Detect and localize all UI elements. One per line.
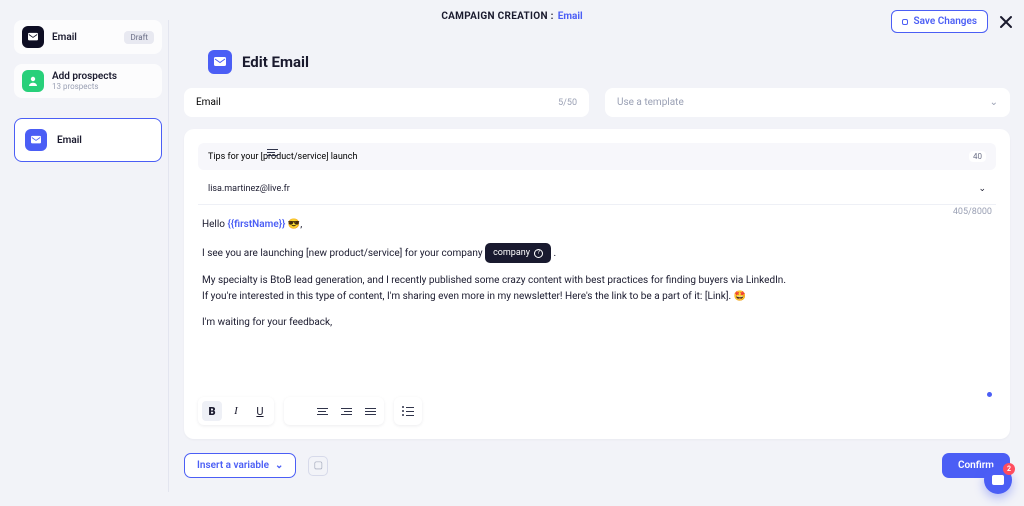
insert-variable-button[interactable]: Insert a variable ⌄: [184, 453, 296, 478]
insert-variable-label: Insert a variable: [197, 460, 269, 471]
save-icon: [902, 19, 908, 25]
help-icon: ?: [534, 249, 543, 258]
align-left-button[interactable]: [288, 401, 308, 421]
toolbar: B I U: [198, 391, 996, 425]
sidebar: Email Draft Add prospects 13 prospects E…: [14, 20, 162, 492]
step-name-counter: 5/50: [558, 98, 577, 108]
save-label: Save Changes: [913, 16, 977, 27]
prospects-title: Add prospects: [52, 71, 117, 82]
sidebar-step-email[interactable]: Email: [14, 118, 162, 162]
chat-button[interactable]: 2: [984, 466, 1012, 494]
campaign-name: Email: [52, 32, 77, 43]
template-select[interactable]: Use a template ⌄: [605, 88, 1010, 117]
save-template-button[interactable]: ▢: [308, 456, 328, 476]
step-icon: [25, 129, 47, 151]
chevron-down-icon: ⌄: [990, 97, 998, 108]
step-name-field[interactable]: 5/50: [184, 88, 589, 117]
campaign-icon: [22, 26, 44, 48]
template-placeholder: Use a template: [617, 97, 684, 108]
breadcrumb-label: CAMPAIGN CREATION :: [441, 11, 553, 22]
footer-row: Insert a variable ⌄ ▢ Confirm: [184, 453, 1010, 478]
step-label: Email: [57, 135, 82, 146]
prospects-icon: [22, 70, 44, 92]
divider: [168, 20, 169, 492]
subject-counter: 40: [969, 151, 986, 162]
step-name-input[interactable]: [196, 97, 463, 108]
bullet-list-button[interactable]: [398, 401, 418, 421]
save-changes-button[interactable]: Save Changes: [891, 10, 988, 33]
body-text: .: [551, 248, 556, 259]
close-icon[interactable]: [998, 14, 1014, 30]
main: Edit Email 5/50 Use a template ⌄ 40 lisa…: [184, 50, 1010, 492]
body-counter: 405/8000: [953, 207, 992, 217]
variable-company-chip[interactable]: company?: [485, 243, 551, 263]
align-justify-button[interactable]: [360, 401, 380, 421]
list-group: [394, 397, 422, 425]
prospects-count: 13 prospects: [52, 82, 117, 91]
status-badge: Draft: [124, 31, 154, 44]
chip-label: company: [493, 246, 530, 260]
align-group: [284, 397, 384, 425]
campaign-card[interactable]: Email Draft: [14, 20, 162, 54]
chevron-down-icon: ⌄: [978, 184, 986, 194]
chevron-down-icon: ⌄: [275, 460, 283, 471]
breadcrumb-link[interactable]: Email: [558, 11, 583, 22]
prospects-card[interactable]: Add prospects 13 prospects: [14, 64, 162, 98]
page-heading: Edit Email: [208, 50, 1010, 74]
editor-panel: 40 lisa.martinez@live.fr ⌄ 405/8000 Hell…: [184, 129, 1010, 439]
heading-icon: [208, 50, 232, 74]
page-title: Edit Email: [242, 53, 309, 71]
chat-badge: 2: [1003, 463, 1015, 475]
